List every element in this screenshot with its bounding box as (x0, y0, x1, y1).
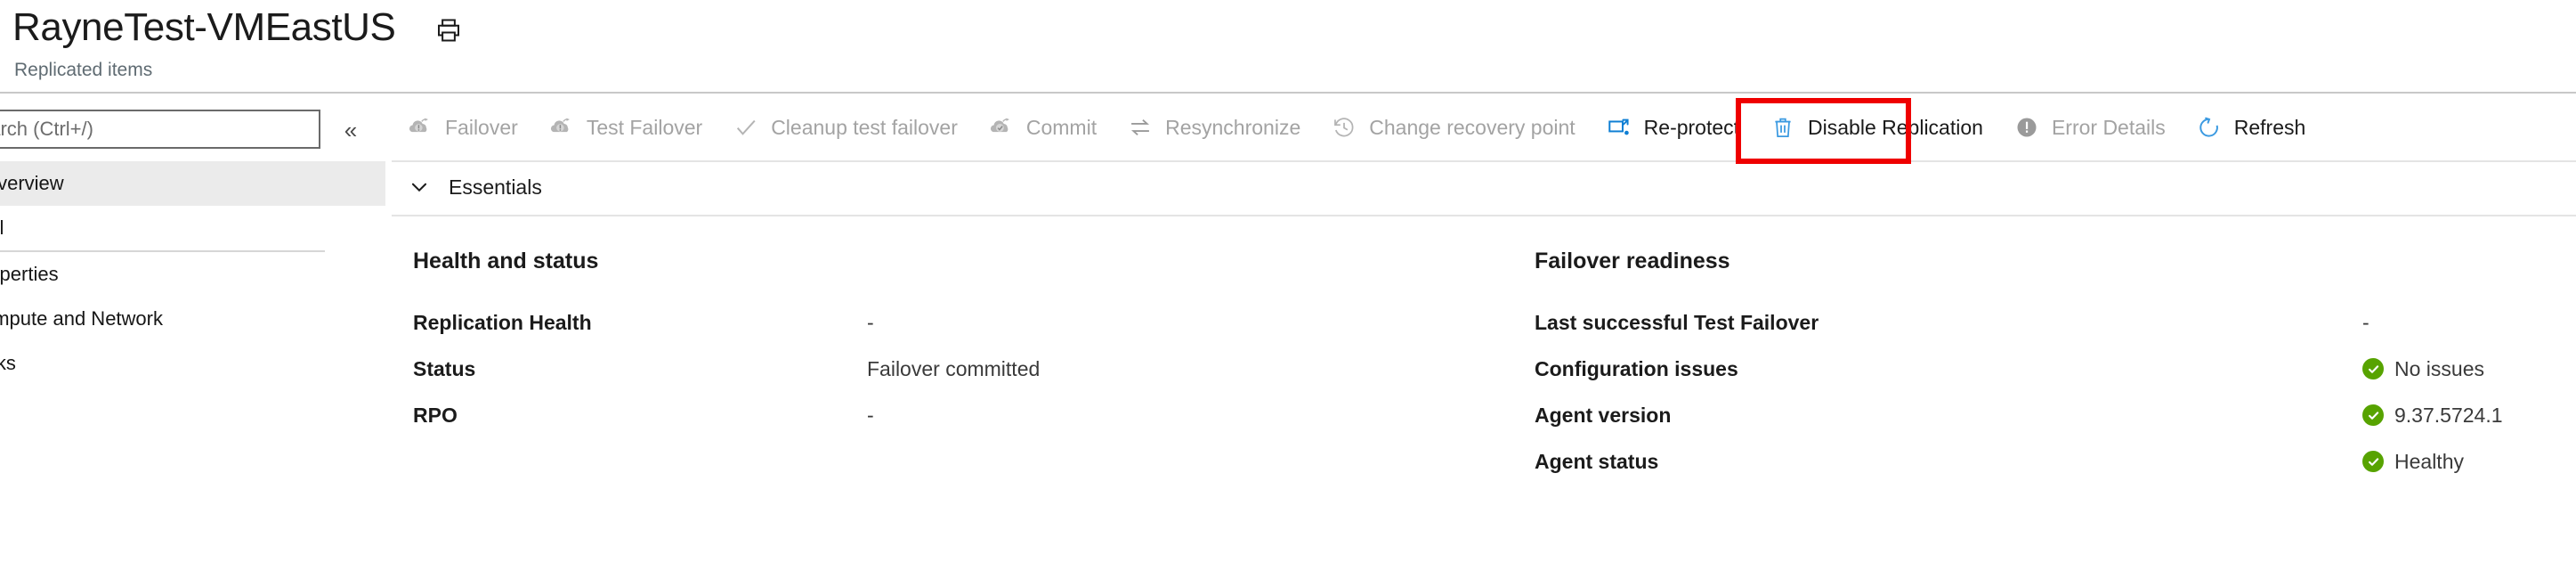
essentials-label: Essentials (449, 175, 542, 199)
sidebar-item-compute-and-network[interactable]: ompute and Network (0, 297, 385, 341)
command-bar-divider (392, 160, 2576, 162)
sidebar-item-disks[interactable]: isks (0, 341, 385, 386)
chevron-down-icon (408, 175, 431, 199)
sidebar-item-overview[interactable]: Overview (0, 161, 385, 206)
row-value-text: No issues (2394, 357, 2484, 380)
last-successful-test-failover-row: Last successful Test Failover - (1535, 307, 2576, 338)
sidebar-section-general: ral (0, 206, 325, 252)
essentials-body: Health and status Replication Health - S… (392, 215, 2576, 563)
sidebar: earch (Ctrl+/) « Overview ral roperties … (0, 94, 385, 563)
sidebar-item-label: roperties (0, 263, 59, 285)
command-label: Error Details (2051, 116, 2166, 139)
row-value: - (2362, 311, 2369, 334)
re-protect-icon (1606, 114, 1632, 141)
command-label: Commit (1025, 116, 1098, 139)
command-label: Failover (445, 116, 518, 139)
content-area: Failover Test Failover Cleanup test fail… (392, 94, 2576, 563)
row-value: Failover committed (867, 357, 1040, 380)
configuration-issues-row: Configuration issues No issues (1535, 354, 2576, 384)
error-details-button[interactable]: Error Details (1998, 100, 2181, 155)
row-label: Last successful Test Failover (1535, 311, 1819, 334)
essentials-toggle[interactable]: Essentials (408, 175, 542, 199)
status-row: Status Failover committed (413, 354, 1470, 384)
row-value: - (867, 311, 874, 334)
resynchronize-icon (1127, 114, 1154, 141)
status-ok-icon (2362, 404, 2384, 426)
test-failover-button[interactable]: Test Failover (533, 100, 717, 155)
row-label: Agent version (1535, 404, 1672, 427)
row-value: 9.37.5724.1 (2362, 404, 2503, 427)
command-label: Change recovery point (1369, 116, 1576, 139)
commit-button[interactable]: Commit (973, 100, 1112, 155)
row-label: Status (413, 357, 476, 380)
resynchronize-button[interactable]: Resynchronize (1112, 100, 1316, 155)
refresh-button[interactable]: Refresh (2181, 100, 2321, 155)
page-title: RayneTest-VMEastUS (12, 5, 396, 49)
row-label: Replication Health (413, 311, 592, 334)
collapse-sidebar-button[interactable]: « (331, 113, 370, 147)
trash-icon (1770, 114, 1796, 141)
status-ok-icon (2362, 451, 2384, 472)
sidebar-section-label: ral (0, 216, 4, 239)
row-value: - (867, 404, 874, 427)
failover-button[interactable]: Failover (392, 100, 533, 155)
clock-history-icon (1331, 114, 1357, 141)
cleanup-test-failover-button[interactable]: Cleanup test failover (717, 100, 973, 155)
row-label: Agent status (1535, 450, 1659, 473)
command-bar: Failover Test Failover Cleanup test fail… (392, 94, 2576, 164)
sidebar-nav-list: Overview ral roperties ompute and Networ… (0, 161, 385, 386)
command-label: Refresh (2233, 116, 2306, 139)
test-failover-icon (548, 114, 575, 141)
sidebar-item-properties[interactable]: roperties (0, 252, 385, 297)
replication-health-row: Replication Health - (413, 307, 1470, 338)
row-value-text: - (2362, 311, 2369, 334)
re-protect-button[interactable]: Re-protect (1591, 100, 1754, 155)
row-value-text: - (867, 311, 874, 334)
status-ok-icon (2362, 358, 2384, 379)
row-label: Configuration issues (1535, 357, 1738, 380)
sidebar-search-row: earch (Ctrl+/) « (0, 110, 385, 151)
command-label: Disable Replication (1808, 116, 1983, 139)
sidebar-item-label: isks (0, 352, 16, 374)
command-label: Re-protect (1643, 116, 1740, 139)
row-value-text: - (867, 404, 874, 427)
agent-status-row: Agent status Healthy (1535, 446, 2576, 477)
command-label: Resynchronize (1165, 116, 1301, 139)
command-label: Test Failover (586, 116, 703, 139)
command-label: Cleanup test failover (771, 116, 958, 139)
print-icon[interactable] (433, 15, 464, 45)
row-value: No issues (2362, 357, 2484, 380)
sidebar-item-label: ompute and Network (0, 307, 163, 330)
health-and-status-pane: Health and status Replication Health - S… (392, 215, 1470, 563)
row-value-text: Failover committed (867, 357, 1041, 380)
failover-icon (407, 114, 433, 141)
check-icon (733, 114, 759, 141)
row-label: RPO (413, 404, 458, 427)
title-row: RayneTest-VMEastUS (12, 5, 464, 50)
change-recovery-point-button[interactable]: Change recovery point (1316, 100, 1590, 155)
search-placeholder: earch (Ctrl+/) (0, 118, 93, 140)
page-subtitle: Replicated items (14, 60, 153, 80)
rpo-row: RPO - (413, 400, 1470, 430)
commit-icon (988, 114, 1015, 141)
disable-replication-button[interactable]: Disable Replication (1754, 100, 1998, 155)
row-value: Healthy (2362, 450, 2464, 473)
sidebar-item-label: Overview (0, 172, 64, 194)
pane-title: Health and status (413, 249, 599, 273)
failover-readiness-pane: Failover readiness Last successful Test … (1470, 215, 2576, 563)
pane-title: Failover readiness (1535, 249, 1730, 273)
refresh-icon (2196, 114, 2223, 141)
page-header: RayneTest-VMEastUS Replicated items (0, 0, 2576, 94)
row-value-text: 9.37.5724.1 (2394, 404, 2503, 427)
agent-version-row: Agent version 9.37.5724.1 (1535, 400, 2576, 430)
row-value-text: Healthy (2394, 450, 2464, 473)
search-input[interactable]: earch (Ctrl+/) (0, 110, 320, 149)
error-icon (2013, 114, 2040, 141)
